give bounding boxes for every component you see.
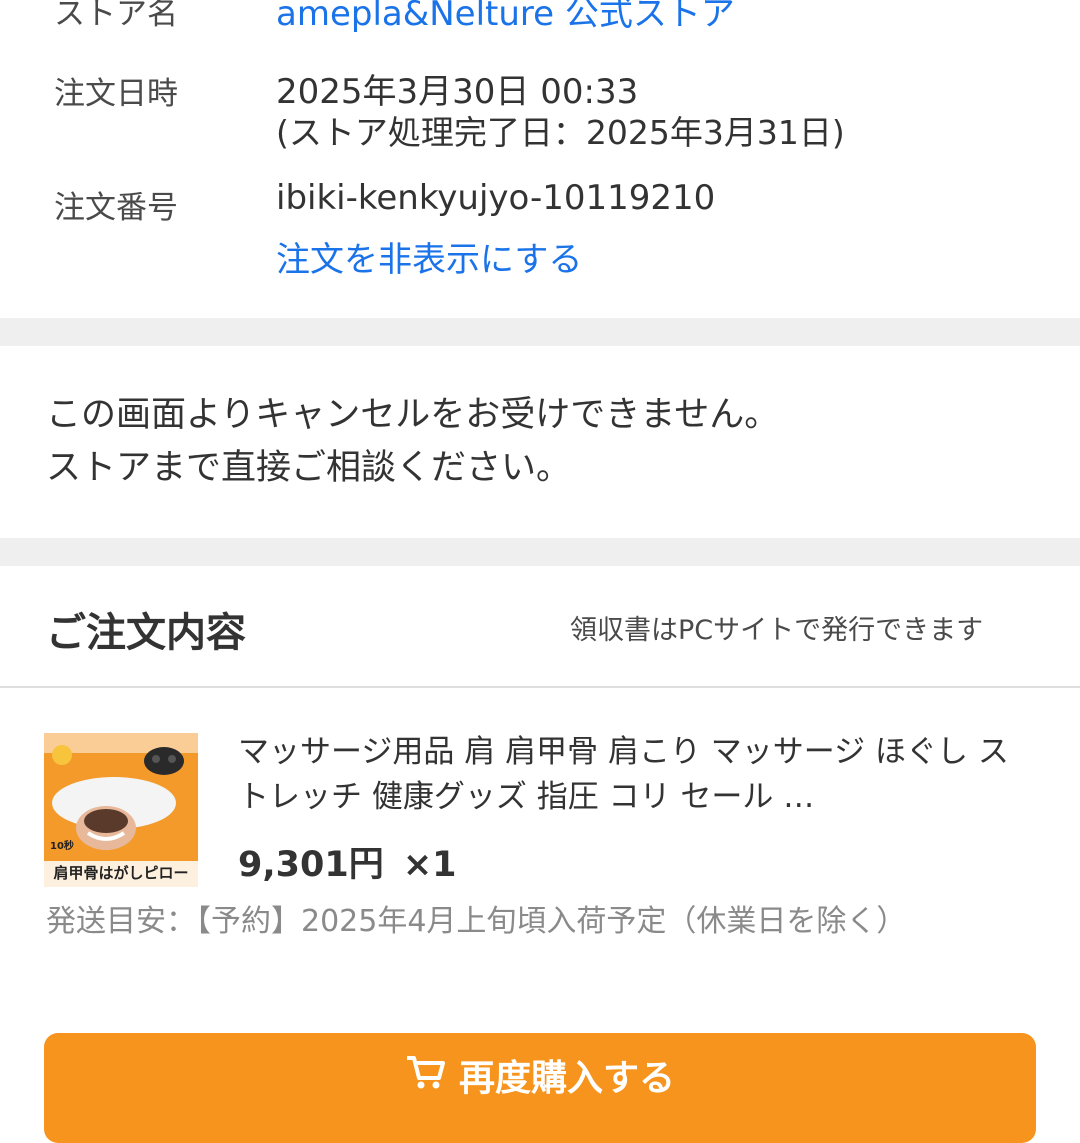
store-processed-date: (ストア処理完了日：2025年3月31日) [276,113,845,152]
cancel-notice-line-2: ストアまで直接ご相談ください。 [46,448,572,488]
order-date-label: 注文日時 [54,76,178,112]
thumbnail-caption: 肩甲骨はがしピロー [53,864,189,882]
order-contents-heading: ご注文内容 [46,610,246,656]
receipt-note: 領収書はPCサイトで発行できます [570,615,984,646]
header-divider [0,686,1080,688]
cart-icon [405,1034,445,1124]
section-divider [0,538,1080,566]
shipping-estimate: 発送目安：【予約】2025年4月上旬頃入荷予定（休業日を除く） [46,898,956,946]
shipping-label: 発送目安： [46,904,196,939]
product-thumbnail[interactable]: 10秒 肩甲骨はがしピロー [44,733,198,887]
order-number-label: 注文番号 [54,190,178,226]
price-row: 9,301円 ×1 [238,836,457,887]
thumbnail-badge: 10秒 [50,841,74,852]
order-number-value: ibiki-kenkyujyo-10119210 [276,178,716,218]
hide-order-link[interactable]: 注文を非表示にする [276,232,582,281]
product-name[interactable]: マッサージ用品 肩 肩甲骨 肩こり マッサージ ほぐし ストレッチ 健康グッズ … [238,730,1018,830]
product-price: 9,301円 [238,845,384,885]
store-name-label: ストア名 [54,0,178,32]
store-name-link[interactable]: amepla&Nelture 公式ストア [276,0,735,35]
buy-again-label: 再度購入する [458,1058,675,1099]
buy-again-button[interactable]: 再度購入する [44,1033,1036,1143]
cancel-notice: この画面よりキャンセルをお受けできません。 ストアまで直接ご相談ください。 [46,389,779,495]
product-quantity: ×1 [402,845,457,885]
shipping-value: 【予約】2025年4月上旬頃入荷予定（休業日を除く） [196,904,907,939]
section-divider [0,318,1080,346]
cancel-notice-line-1: この画面よりキャンセルをお受けできません。 [46,395,780,435]
